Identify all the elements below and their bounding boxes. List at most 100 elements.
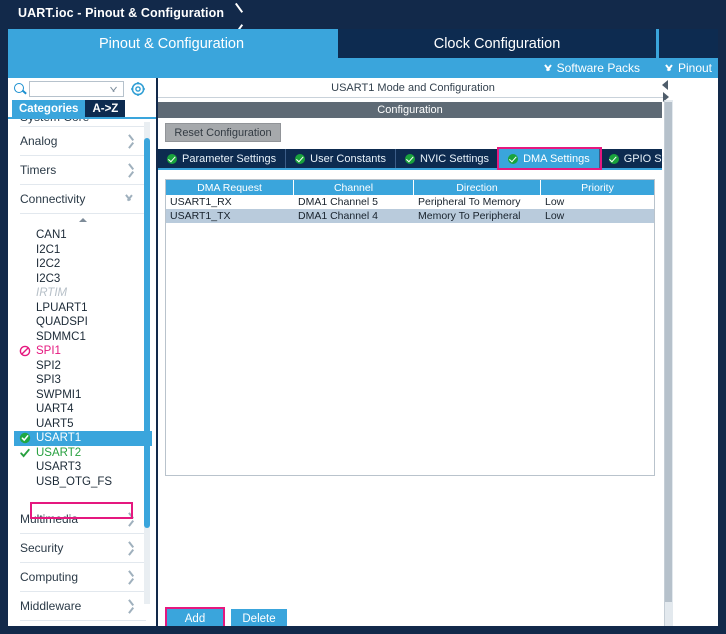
category-multimedia[interactable]: Multimedia xyxy=(20,505,146,534)
settings-tab-label: NVIC Settings xyxy=(419,152,490,165)
chevron-right-icon xyxy=(124,165,134,175)
tab-categories[interactable]: Categories xyxy=(12,100,86,117)
arrow-left-icon xyxy=(662,80,668,90)
sidebar-item-i2c3[interactable]: I2C3 xyxy=(14,272,152,287)
column-header-direction[interactable]: Direction xyxy=(414,180,541,195)
configuration-band-label: Configuration xyxy=(377,104,443,116)
sidebar-item-uart4[interactable]: UART4 xyxy=(14,402,152,417)
sidebar-item-can1[interactable]: CAN1 xyxy=(14,228,152,243)
tab-dma-settings[interactable]: DMA Settings xyxy=(499,149,600,168)
sidebar-item-i2c1[interactable]: I2C1 xyxy=(14,243,152,258)
tab-nvic-settings[interactable]: NVIC Settings xyxy=(396,149,500,168)
table-cell: USART1_TX xyxy=(170,210,231,222)
settings-tab-label: DMA Settings xyxy=(523,152,590,165)
tab-pinout-configuration[interactable]: Pinout & Configuration xyxy=(8,29,335,58)
peripheral-list: CAN1 I2C1 I2C2 I2C3 IRTIM LPUART1 QUADSPI SDMMC… xyxy=(14,226,152,489)
category-connectivity[interactable]: Connectivity xyxy=(20,185,146,214)
sidebar-item-spi2[interactable]: SPI2 xyxy=(14,359,152,374)
settings-tab-label: Parameter Settings xyxy=(182,152,277,165)
chevron-right-icon xyxy=(124,601,134,611)
sidebar-item-spi1[interactable]: SPI1 xyxy=(14,344,152,359)
sidebar-item-usb_otg_fs[interactable]: USB_OTG_FS xyxy=(14,475,152,490)
category-timers[interactable]: Timers xyxy=(20,156,146,185)
category-middleware[interactable]: Middleware xyxy=(20,592,146,621)
reset-configuration-button[interactable]: Reset Configuration xyxy=(165,123,281,142)
table-cell: DMA1 Channel 4 xyxy=(298,210,378,222)
sidebar-item-sdmmc1[interactable]: SDMMC1 xyxy=(14,330,152,345)
tab-clock-configuration[interactable]: Clock Configuration xyxy=(338,29,656,58)
pinout-menu[interactable]: Pinout xyxy=(664,58,712,78)
green-check-icon xyxy=(508,153,519,164)
sidebar-item-label: CAN1 xyxy=(36,229,67,242)
sidebar-item-spi3[interactable]: SPI3 xyxy=(14,373,152,388)
tab-extra[interactable] xyxy=(659,29,718,58)
sidebar-item-label: LPUART1 xyxy=(36,301,88,314)
tab-a-to-z[interactable]: A->Z xyxy=(85,100,126,117)
chevron-down-icon xyxy=(109,87,118,93)
column-header-channel[interactable]: Channel xyxy=(294,180,414,195)
column-header-dma-request[interactable]: DMA Request xyxy=(166,180,294,195)
sidebar-item-label: I2C1 xyxy=(36,243,61,256)
green-check-icon xyxy=(404,153,415,164)
table-empty-area xyxy=(166,223,654,475)
chevron-right-icon xyxy=(124,136,134,146)
sidebar-item-label: SPI1 xyxy=(36,345,61,358)
category-connectivity-label: Connectivity xyxy=(20,192,86,206)
search-input[interactable] xyxy=(29,81,124,97)
category-middleware-label: Middleware xyxy=(20,599,82,613)
panel-gutter xyxy=(673,78,718,626)
table-cell: Peripheral To Memory xyxy=(418,196,521,208)
sidebar-item-label: I2C2 xyxy=(36,258,61,271)
cubemx-window: UART.ioc - Pinout & Configuration Pinout… xyxy=(0,0,726,634)
gear-icon[interactable] xyxy=(131,82,145,96)
sidebar-item-label: SPI2 xyxy=(36,359,61,372)
green-check-icon xyxy=(167,153,177,164)
tab-clock-configuration-label: Clock Configuration xyxy=(433,35,561,52)
sidebar-item-usart1[interactable]: USART1 xyxy=(14,431,152,446)
table-row[interactable]: USART1_RX DMA1 Channel 5 Peripheral To Mem… xyxy=(166,195,654,209)
category-computing[interactable]: Computing xyxy=(20,563,146,592)
sidebar-item-lpuart1[interactable]: LPUART1 xyxy=(14,301,152,316)
configured-check-icon xyxy=(19,432,31,444)
sidebar-item-label: USART3 xyxy=(36,461,82,474)
search-icon xyxy=(14,83,26,95)
sidebar-item-quadspi[interactable]: QUADSPI xyxy=(14,315,152,330)
title-bar: UART.ioc - Pinout & Configuration xyxy=(0,0,726,26)
category-timers-label: Timers xyxy=(20,163,57,177)
sidebar-item-i2c2[interactable]: I2C2 xyxy=(14,257,152,272)
tab-user-constants[interactable]: User Constants xyxy=(286,149,396,168)
mode-and-configuration-header: USART1 Mode and Configuration xyxy=(158,78,668,98)
sidebar-item-label: USART2 xyxy=(36,446,82,459)
add-button-label: Add xyxy=(184,613,206,625)
category-security[interactable]: Security xyxy=(20,534,146,563)
green-check-icon xyxy=(295,153,306,164)
sidebar-item-label: SDMMC1 xyxy=(36,330,86,343)
category-system-core[interactable]: System Core xyxy=(20,119,146,127)
sidebar-search-row xyxy=(8,78,156,100)
sidebar-item-label: IRTIM xyxy=(36,287,68,300)
category-system-core-label: System Core xyxy=(20,119,89,124)
sidebar-item-irtim[interactable]: IRTIM xyxy=(14,286,152,301)
sidebar: Categories A->Z System Core Analog Timer… xyxy=(8,78,156,626)
table-row[interactable]: USART1_TX DMA1 Channel 4 Memory To Periphe… xyxy=(166,209,654,223)
category-computing-label: Computing xyxy=(20,570,79,584)
category-analog[interactable]: Analog xyxy=(20,127,146,156)
settings-tab-bar: Parameter Settings User Constants NVIC Set… xyxy=(158,149,705,168)
chevron-down-icon xyxy=(543,65,552,71)
config-scrollbar-thumb[interactable] xyxy=(665,102,672,602)
sidebar-item-label: USART1 xyxy=(36,432,82,445)
tab-parameter-settings[interactable]: Parameter Settings xyxy=(158,149,287,168)
sidebar-scrollbar-thumb[interactable] xyxy=(144,138,150,528)
sidebar-item-usart2[interactable]: USART2 xyxy=(14,446,152,461)
table-cell: Memory To Peripheral xyxy=(418,210,521,222)
configuration-band: Configuration xyxy=(158,102,662,118)
dma-request-table: DMA Request Channel Direction Priority USAR… xyxy=(165,179,655,476)
chevron-right-icon xyxy=(231,4,245,22)
table-cell: DMA1 Channel 5 xyxy=(298,196,378,208)
software-packs-menu[interactable]: Software Packs xyxy=(543,58,640,78)
column-header-priority[interactable]: Priority xyxy=(541,180,654,195)
sidebar-item-swpmi1[interactable]: SWPMI1 xyxy=(14,388,152,403)
tab-pinout-configuration-label: Pinout & Configuration xyxy=(98,35,245,52)
sidebar-item-usart3[interactable]: USART3 xyxy=(14,460,152,475)
sidebar-item-uart5[interactable]: UART5 xyxy=(14,417,152,432)
